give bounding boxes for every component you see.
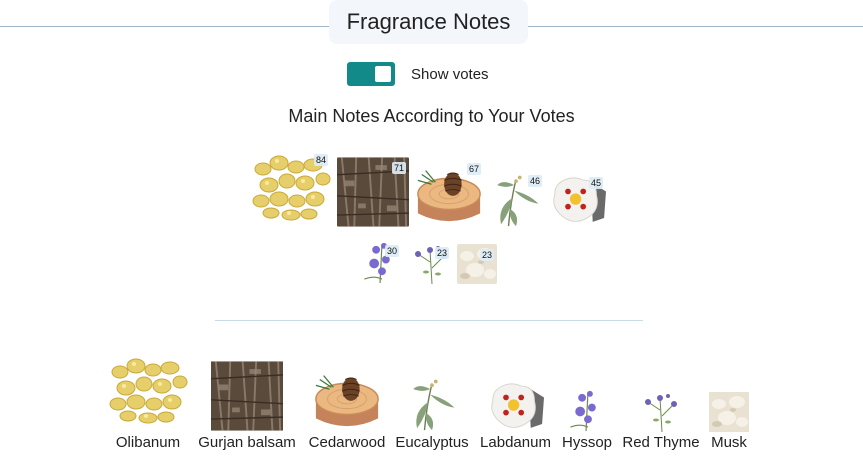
vote-count-badge: 84 (313, 154, 328, 166)
show-votes-row: Show votes (347, 62, 489, 86)
vote-note-musk[interactable]: 23 (457, 244, 497, 284)
vote-count-badge: 45 (588, 177, 603, 189)
note-label: Gurjan balsam (198, 434, 296, 451)
vote-count-badge: 71 (391, 162, 406, 174)
note-labdanum[interactable]: Labdanum (480, 350, 551, 451)
red-thyme-image (640, 390, 682, 432)
toggle-knob (375, 66, 391, 82)
note-cedarwood[interactable]: Cedarwood (309, 350, 385, 451)
vote-note-cedarwood[interactable]: 67 (414, 158, 484, 226)
note-label: Eucalyptus (395, 434, 469, 451)
cedarwood-image (312, 363, 382, 431)
note-label: Hyssop (561, 434, 613, 451)
note-label: Olibanum (115, 434, 181, 451)
note-label: Red Thyme (622, 434, 700, 451)
note-olibanum[interactable]: Olibanum (108, 350, 188, 451)
eucalyptus-image (403, 374, 461, 432)
section-divider (215, 320, 643, 321)
musk-image (709, 392, 749, 432)
main-notes-heading: Main Notes According to Your Votes (288, 106, 575, 126)
vote-note-olibanum[interactable]: 84 (251, 149, 331, 224)
note-label: Musk (711, 434, 747, 451)
vote-count-badge: 30 (384, 245, 399, 257)
header-rule-left (0, 26, 330, 27)
vote-note-labdanum[interactable]: 45 (549, 172, 606, 228)
gurjan-balsam-image (211, 361, 283, 431)
note-musk[interactable]: Musk (709, 350, 749, 451)
vote-note-eucalyptus[interactable]: 46 (487, 170, 545, 228)
show-votes-toggle[interactable] (347, 62, 395, 86)
olibanum-image (108, 352, 188, 427)
note-gurjan-balsam[interactable]: Gurjan balsam (198, 350, 296, 451)
header-rule-right (528, 26, 863, 27)
vote-count-badge: 46 (527, 175, 542, 187)
section-title: Fragrance Notes (329, 0, 528, 44)
note-red-thyme[interactable]: Red Thyme (622, 350, 700, 451)
vote-note-gurjan-balsam[interactable]: 71 (337, 157, 409, 227)
labdanum-image (487, 378, 544, 434)
vote-note-hyssop[interactable]: 30 (360, 240, 402, 284)
note-label: Cedarwood (308, 434, 386, 451)
note-hyssop[interactable]: Hyssop (562, 350, 612, 451)
vote-note-red-thyme[interactable]: 23 (410, 242, 452, 284)
vote-count-badge: 67 (466, 163, 481, 175)
hyssop-image (566, 388, 608, 432)
show-votes-label: Show votes (411, 65, 489, 83)
note-eucalyptus[interactable]: Eucalyptus (395, 350, 469, 451)
note-label: Labdanum (480, 434, 551, 451)
vote-count-badge: 23 (434, 247, 449, 259)
vote-count-badge: 23 (479, 249, 494, 261)
section-title-text: Fragrance Notes (346, 9, 511, 34)
